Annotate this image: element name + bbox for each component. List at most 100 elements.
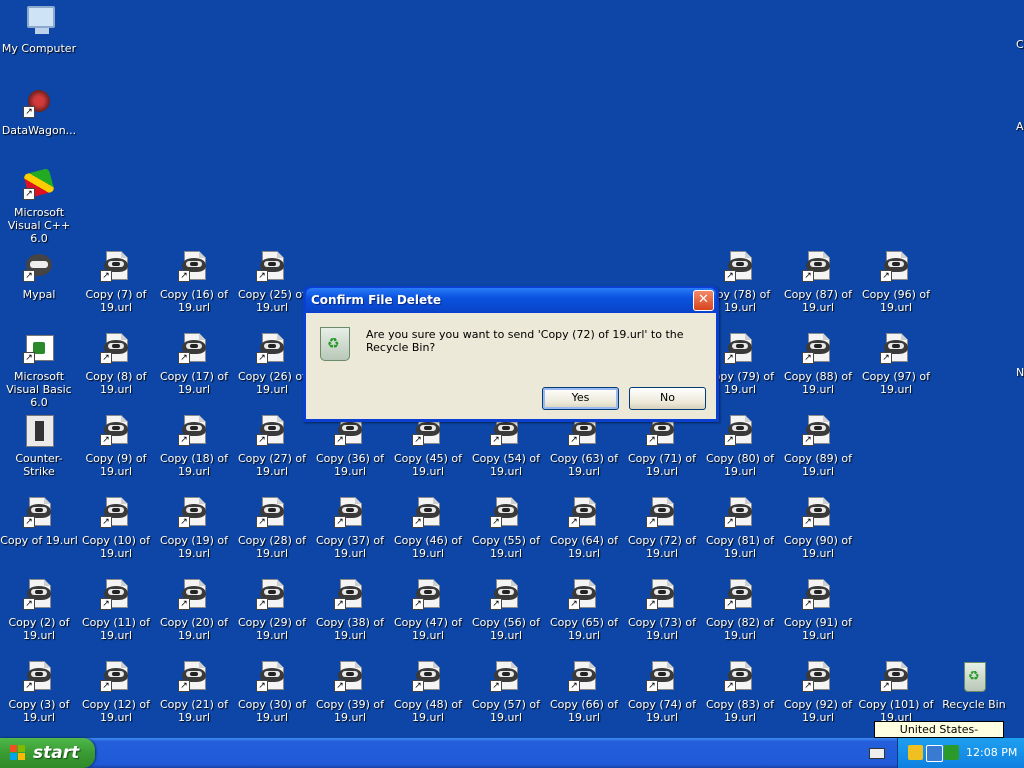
url-shortcut-icon [100,660,132,692]
desktop-icon[interactable]: DataWagon... [0,86,78,168]
desktop-icon-label: Copy (63) of 19.url [549,452,619,478]
keyboard-layout-icon[interactable] [869,748,885,759]
desktop-icon-url[interactable]: Copy (36) of 19.url [311,414,389,496]
desktop-icon-url[interactable]: Copy (55) of 19.url [467,496,545,578]
desktop-icon-url[interactable]: Copy (46) of 19.url [389,496,467,578]
desktop-icon-label: Copy (36) of 19.url [315,452,385,478]
desktop-icon-url[interactable]: Copy (10) of 19.url [77,496,155,578]
desktop-icon[interactable]: Microsoft Visual Basic 6.0 [0,332,78,414]
desktop-icon-url[interactable]: Copy (47) of 19.url [389,578,467,660]
taskbar: start 12:08 PM [0,738,1024,768]
desktop-icon-url[interactable]: Copy (29) of 19.url [233,578,311,660]
desktop-icon-label: Copy (37) of 19.url [315,534,385,560]
desktop-icon-label: Copy (18) of 19.url [159,452,229,478]
desktop-icon-url[interactable]: Copy (87) of 19.url [779,250,857,332]
desktop-icon-url[interactable]: Copy (81) of 19.url [701,496,779,578]
desktop-icon-url[interactable]: Copy (26) of 19.url [233,332,311,414]
url-shortcut-icon [802,578,834,610]
dialog-title-bar[interactable]: Confirm File Delete ✕ [306,288,716,312]
desktop-icon-url[interactable]: Copy (92) of 19.url [779,660,857,742]
dialog-close-button[interactable]: ✕ [693,290,714,311]
desktop-icon-url[interactable]: Copy (54) of 19.url [467,414,545,496]
desktop-icon-url[interactable]: Copy (8) of 19.url [77,332,155,414]
desktop-icon-url[interactable]: Copy (38) of 19.url [311,578,389,660]
desktop-icon-url[interactable]: Copy (39) of 19.url [311,660,389,742]
desktop-icon-url[interactable]: Copy (56) of 19.url [467,578,545,660]
counter-strike-icon [23,414,55,447]
desktop-icon-url[interactable]: Copy (88) of 19.url [779,332,857,414]
desktop-icon-url[interactable]: Copy (96) of 19.url [857,250,935,332]
desktop-icon-url[interactable]: Copy (89) of 19.url [779,414,857,496]
desktop-icon-url[interactable]: Copy (83) of 19.url [701,660,779,742]
desktop-icon-url[interactable]: Copy (91) of 19.url [779,578,857,660]
desktop-icon-url[interactable]: Copy (28) of 19.url [233,496,311,578]
desktop-icon-url[interactable]: Copy (12) of 19.url [77,660,155,742]
desktop-icon-url[interactable]: Copy (16) of 19.url [155,250,233,332]
desktop-icon-url[interactable]: Copy (27) of 19.url [233,414,311,496]
desktop-icon-url[interactable]: Copy (25) of 19.url [233,250,311,332]
desktop-icon-url[interactable]: Copy (17) of 19.url [155,332,233,414]
desktop-icon-url[interactable]: Copy (9) of 19.url [77,414,155,496]
desktop-icon-url[interactable]: Copy (64) of 19.url [545,496,623,578]
update-icon[interactable] [926,745,943,762]
no-button[interactable]: No [629,387,706,410]
desktop-icon-url[interactable]: Copy (63) of 19.url [545,414,623,496]
url-shortcut-icon [256,332,288,364]
desktop-icon-url[interactable]: Copy (82) of 19.url [701,578,779,660]
desktop-icon-url[interactable]: Copy (74) of 19.url [623,660,701,742]
desktop-icon-label: Copy (47) of 19.url [393,616,463,642]
desktop-icon-url[interactable]: Copy (20) of 19.url [155,578,233,660]
desktop-icon-url[interactable]: Copy (72) of 19.url [623,496,701,578]
desktop-icon-label: Copy (65) of 19.url [549,616,619,642]
url-shortcut-icon [100,250,132,282]
url-shortcut-icon [334,578,366,610]
url-shortcut-icon [568,496,600,528]
desktop-icon-url[interactable]: Copy (7) of 19.url [77,250,155,332]
desktop-icon-url[interactable]: Copy (97) of 19.url [857,332,935,414]
desktop-icon-url[interactable]: Copy (3) of 19.url [0,660,78,742]
desktop-icon-url[interactable]: Copy (90) of 19.url [779,496,857,578]
url-shortcut-icon [178,250,210,282]
desktop-icon-url[interactable]: Copy (19) of 19.url [155,496,233,578]
desktop-icon-label: Copy (8) of 19.url [85,370,147,396]
start-button[interactable]: start [0,738,95,768]
desktop-icon-url[interactable]: Copy (57) of 19.url [467,660,545,742]
desktop-icon-url[interactable]: Copy (66) of 19.url [545,660,623,742]
desktop-icon-url[interactable]: Copy (21) of 19.url [155,660,233,742]
url-shortcut-icon [23,660,55,692]
network-icon[interactable] [908,745,923,760]
mypal-icon [23,250,55,282]
url-shortcut-icon [490,660,522,692]
url-shortcut-icon [568,660,600,692]
desktop-icon[interactable]: Mypal [0,250,78,332]
desktop-icon[interactable]: Counter-Strike [0,414,78,496]
desktop-icon-url[interactable]: Copy of 19.url [0,496,78,578]
desktop-icon-url[interactable]: Copy (37) of 19.url [311,496,389,578]
desktop-icon-label: Copy (39) of 19.url [315,698,385,724]
desktop-icon-url[interactable]: Copy (73) of 19.url [623,578,701,660]
desktop-icon-url[interactable]: Copy (48) of 19.url [389,660,467,742]
clipped-icon-label: A [1016,120,1024,133]
desktop-icon-url[interactable]: Copy (30) of 19.url [233,660,311,742]
desktop-icon-url[interactable]: Copy (71) of 19.url [623,414,701,496]
desktop-icon-label: Copy (45) of 19.url [393,452,463,478]
desktop-icon-url[interactable]: Copy (2) of 19.url [0,578,78,660]
desktop-icon-label: Copy (2) of 19.url [8,616,70,642]
desktop-icon-label: Copy (56) of 19.url [471,616,541,642]
url-shortcut-icon [23,496,55,528]
security-icon[interactable] [944,745,959,760]
desktop-icon-url[interactable]: Copy (80) of 19.url [701,414,779,496]
url-shortcut-icon [178,578,210,610]
desktop-icon-url[interactable]: Copy (65) of 19.url [545,578,623,660]
desktop-icon-url[interactable]: Copy (45) of 19.url [389,414,467,496]
url-shortcut-icon [802,496,834,528]
desktop-icon-url[interactable]: Copy (11) of 19.url [77,578,155,660]
clipped-icon-label: C [1016,38,1024,51]
desktop-icon[interactable]: My Computer [0,4,78,86]
desktop-icon-label: Copy (66) of 19.url [549,698,619,724]
desktop-icon[interactable]: Microsoft Visual C++ 6.0 [0,168,78,250]
desktop-icon-url[interactable]: Copy (18) of 19.url [155,414,233,496]
url-shortcut-icon [724,414,756,446]
desktop-icon-label: Copy (9) of 19.url [85,452,147,478]
yes-button[interactable]: Yes [542,387,619,410]
